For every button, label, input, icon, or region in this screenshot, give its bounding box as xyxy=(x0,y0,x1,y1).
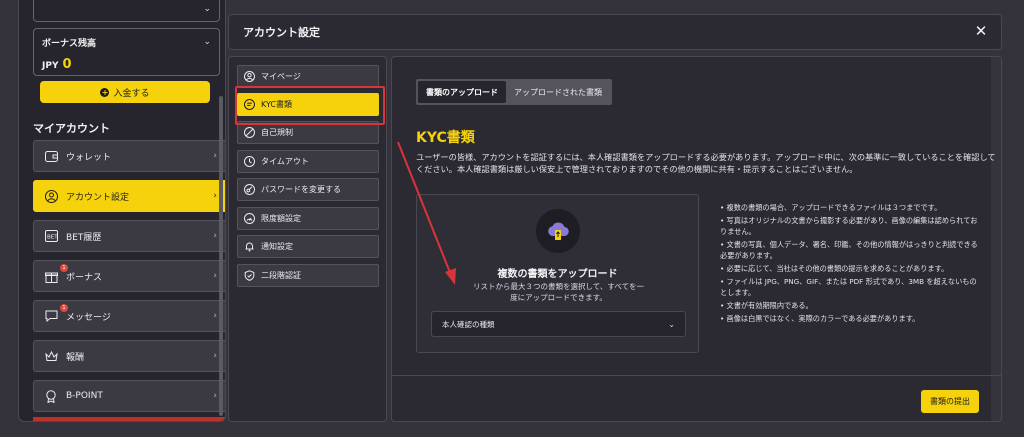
close-icon: ✕ xyxy=(974,23,988,40)
my-account-title: マイアカウント xyxy=(33,122,110,135)
modal-header: アカウント設定 ✕ xyxy=(228,14,1002,50)
chevron-right-icon: › xyxy=(213,191,217,201)
kyc-content-panel: 書類のアップロード アップロードされた書類 KYC書類 ユーザーの皆様、アカウン… xyxy=(391,56,1002,422)
sidebar-item-message[interactable]: 1 メッセージ › xyxy=(33,300,225,332)
sidebar-item-label: ウォレット xyxy=(66,152,112,163)
limit-icon xyxy=(244,213,255,224)
document-icon xyxy=(244,99,255,110)
nav-item-change-password[interactable]: パスワードを変更する xyxy=(237,178,379,201)
chevron-right-icon: › xyxy=(213,311,217,321)
chevron-down-icon: ⌄ xyxy=(668,320,675,329)
nav-item-label: マイページ xyxy=(261,72,301,81)
nav-item-timeout[interactable]: タイムアウト xyxy=(237,150,379,173)
rule-item: 画像は白黒ではなく、実際のカラーである必要があります。 xyxy=(720,313,982,324)
nav-item-label: 自己規制 xyxy=(261,128,293,137)
footer-divider xyxy=(392,375,1001,376)
nav-item-my-page[interactable]: マイページ xyxy=(237,65,379,88)
settings-nav: マイページ KYC書類 自己規制 タイムアウト パスワードを変更する 限度額設定 xyxy=(228,56,387,422)
sidebar-item-label: アカウント設定 xyxy=(66,192,130,203)
modal-title: アカウント設定 xyxy=(243,26,320,39)
upload-rules-list: 複数の書類の場合、アップロードできるファイルは３つまでです。 写真はオリジナルの… xyxy=(720,202,982,326)
chevron-right-icon: › xyxy=(213,231,217,241)
sidebar-item-bonus[interactable]: 1 ボーナス › xyxy=(33,260,225,292)
kyc-heading: KYC書類 xyxy=(416,130,475,146)
nav-item-notifications[interactable]: 通知設定 xyxy=(237,235,379,258)
notification-badge: 1 xyxy=(60,304,68,312)
sidebar: ⌄ ボーナス残高 ⌄ JPY 0 + 入金する マイアカウント ウォレット › … xyxy=(18,0,226,422)
document-type-select[interactable]: 本人確認の種類 ⌄ xyxy=(431,311,686,337)
rule-item: 文書が有効期限内である。 xyxy=(720,300,982,311)
content-scrollbar[interactable] xyxy=(991,57,1001,421)
sidebar-item-label: B-POINT xyxy=(66,391,103,401)
nav-item-label: KYC書類 xyxy=(261,100,292,109)
key-icon xyxy=(244,184,255,195)
sidebar-item-rewards[interactable]: 報酬 › xyxy=(33,340,225,372)
bonus-balance-dropdown[interactable]: ボーナス残高 ⌄ JPY 0 xyxy=(33,28,220,76)
submit-documents-button[interactable]: 書類の提出 xyxy=(921,390,979,413)
sidebar-item-wallet[interactable]: ウォレット › xyxy=(33,140,225,172)
sidebar-item-label: BET履歴 xyxy=(66,232,102,243)
message-icon xyxy=(44,309,58,323)
sidebar-item-account-settings[interactable]: アカウント設定 › xyxy=(33,180,225,212)
nav-item-self-exclusion[interactable]: 自己規制 xyxy=(237,121,379,144)
nav-item-label: 通知設定 xyxy=(261,242,293,251)
nav-item-two-factor[interactable]: 二段階認証 xyxy=(237,264,379,287)
nav-item-label: タイムアウト xyxy=(261,157,309,166)
bonus-balance-label: ボーナス残高 xyxy=(42,39,97,49)
sidebar-next-item-edge xyxy=(33,417,225,421)
shield-check-icon xyxy=(244,270,255,281)
gift-icon xyxy=(44,269,58,283)
notification-badge: 1 xyxy=(60,264,68,272)
rule-item: 文書の写真、個人データ、署名、印鑑、その他の情報がはっきりと判読できる必要があり… xyxy=(720,239,982,261)
upload-title: 複数の書類をアップロード xyxy=(497,269,618,280)
rule-item: 複数の書類の場合、アップロードできるファイルは３つまでです。 xyxy=(720,202,982,213)
plus-icon: + xyxy=(100,87,110,97)
deposit-button[interactable]: + 入金する xyxy=(40,81,210,103)
chevron-down-icon: ⌄ xyxy=(203,4,211,14)
upload-tabs: 書類のアップロード アップロードされた書類 xyxy=(416,79,612,105)
block-icon xyxy=(244,127,255,138)
svg-text:BET: BET xyxy=(47,235,58,241)
rule-item: 必要に応じて、当社はその他の書類の提示を求めることがあります。 xyxy=(720,263,982,274)
sidebar-scrollbar[interactable] xyxy=(219,96,223,416)
rule-item: 写真はオリジナルの文書から撮影する必要があり、画像の編集は認められておりません。 xyxy=(720,215,982,237)
tab-upload-documents[interactable]: 書類のアップロード xyxy=(418,81,506,103)
upload-subtitle: リストから最大３つの書類を選択して、すべてを一度にアップロードできます。 xyxy=(473,282,644,302)
nav-item-label: 限度額設定 xyxy=(261,214,301,223)
bonus-amount: 0 xyxy=(62,57,72,72)
cloud-upload-icon xyxy=(536,209,580,253)
tab-uploaded-documents[interactable]: アップロードされた書類 xyxy=(506,81,610,103)
medal-icon xyxy=(44,389,58,403)
balance-dropdown[interactable]: ⌄ xyxy=(33,0,220,22)
crown-icon xyxy=(44,349,58,363)
kyc-description: ユーザーの皆様、アカウントを認証するには、本人確認書類をアップロードする必要があ… xyxy=(416,152,996,174)
wallet-icon xyxy=(44,149,58,163)
chevron-right-icon: › xyxy=(213,351,217,361)
document-type-value: 本人確認の種類 xyxy=(442,319,495,329)
sidebar-item-label: ボーナス xyxy=(66,272,103,283)
nav-item-kyc[interactable]: KYC書類 xyxy=(237,93,379,116)
deposit-label: 入金する xyxy=(113,88,150,99)
bell-icon xyxy=(244,241,255,252)
bonus-currency: JPY xyxy=(42,61,59,71)
chevron-right-icon: › xyxy=(213,151,217,161)
nav-item-limit-settings[interactable]: 限度額設定 xyxy=(237,207,379,230)
chevron-right-icon: › xyxy=(213,391,217,401)
bet-history-icon: BET xyxy=(44,229,58,243)
close-button[interactable]: ✕ xyxy=(973,24,989,40)
chevron-down-icon: ⌄ xyxy=(203,37,211,47)
chevron-right-icon: › xyxy=(213,271,217,281)
nav-item-label: パスワードを変更する xyxy=(261,185,341,194)
sidebar-item-label: 報酬 xyxy=(66,352,85,363)
user-circle-icon xyxy=(244,71,255,82)
clock-icon xyxy=(244,156,255,167)
nav-item-label: 二段階認証 xyxy=(261,271,301,280)
sidebar-item-b-point[interactable]: B-POINT › xyxy=(33,380,225,412)
user-icon xyxy=(44,189,58,203)
sidebar-item-bet-history[interactable]: BET BET履歴 › xyxy=(33,220,225,252)
rule-item: ファイルは JPG、PNG、GIF、または PDF 形式であり、3MB を超えな… xyxy=(720,276,982,298)
upload-dropzone[interactable]: 複数の書類をアップロード リストから最大３つの書類を選択して、すべてを一度にアッ… xyxy=(416,194,699,353)
sidebar-item-label: メッセージ xyxy=(66,312,111,323)
